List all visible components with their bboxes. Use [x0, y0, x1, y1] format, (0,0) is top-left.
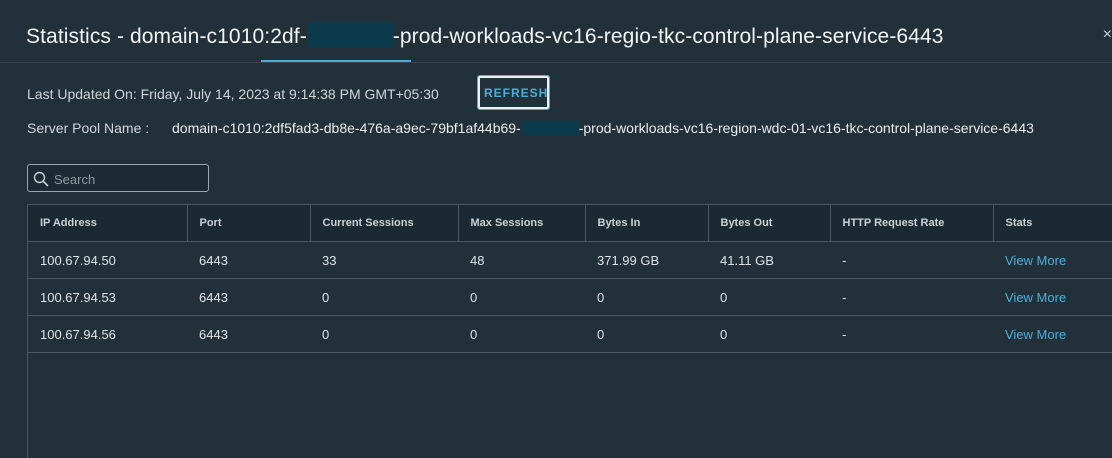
search-input[interactable] [52, 168, 206, 190]
cell-port: 6443 [187, 241, 310, 279]
cell-bytes-in: 0 [585, 278, 708, 316]
refresh-button[interactable]: REFRESH [477, 75, 550, 110]
column-header-current-sessions[interactable]: Current Sessions [309, 205, 458, 242]
server-stats-grid: IP Address Port Current Sessions Max Ses… [27, 204, 1112, 458]
cell-max-sessions: 0 [458, 315, 585, 353]
table-row: 100.67.94.50 6443 33 48 371.99 GB 41.11 … [28, 241, 1112, 279]
redacted-block [306, 22, 393, 47]
cell-bytes-out: 0 [708, 278, 830, 316]
statistics-dialog: Statistics - domain-c1010:2df- -prod-work… [0, 0, 1112, 458]
view-more-link[interactable]: View More [993, 241, 1112, 279]
cell-current-sessions: 0 [310, 278, 458, 316]
pool-value-prefix: domain-c1010:2df5fad3-db8e-476a-a9ec-79b… [172, 120, 521, 136]
server-pool-name-value: domain-c1010:2df5fad3-db8e-476a-a9ec-79b… [172, 120, 1034, 136]
close-icon[interactable]: × [1103, 26, 1112, 44]
server-stats-table: IP Address Port Current Sessions Max Ses… [28, 205, 1112, 353]
column-header-bytes-in[interactable]: Bytes In [584, 205, 708, 242]
cell-ip-address: 100.67.94.53 [28, 278, 187, 316]
server-pool-name-row: Server Pool Name : domain-c1010:2df5fad3-… [27, 120, 1034, 136]
cell-ip-address: 100.67.94.56 [28, 315, 187, 353]
column-header-http-request-rate[interactable]: HTTP Request Rate [829, 205, 993, 242]
cell-bytes-out: 0 [708, 315, 830, 353]
cell-bytes-in: 0 [585, 315, 708, 353]
table-row: 100.67.94.53 6443 0 0 0 0 - View More [28, 278, 1112, 316]
cell-current-sessions: 0 [310, 315, 458, 353]
last-updated-text: Last Updated On: Friday, July 14, 2023 a… [27, 86, 439, 102]
redacted-block [520, 121, 579, 135]
header-divider [0, 62, 1112, 63]
cell-bytes-in: 371.99 GB [585, 241, 708, 279]
search-icon [33, 171, 49, 187]
cell-max-sessions: 48 [458, 241, 585, 279]
column-header-bytes-out[interactable]: Bytes Out [707, 205, 830, 242]
cell-port: 6443 [187, 315, 310, 353]
cell-http-request-rate: - [830, 278, 993, 316]
cell-bytes-out: 41.11 GB [708, 241, 830, 279]
search-box[interactable] [27, 164, 209, 192]
column-header-stats[interactable]: Stats [992, 205, 1112, 242]
column-header-ip-address[interactable]: IP Address [28, 205, 187, 242]
cell-ip-address: 100.67.94.50 [28, 241, 187, 279]
cell-current-sessions: 33 [310, 241, 458, 279]
cell-http-request-rate: - [830, 241, 993, 279]
column-header-port[interactable]: Port [186, 205, 310, 242]
dialog-title-suffix: -prod-workloads-vc16-regio-tkc-control-p… [392, 25, 944, 48]
cell-http-request-rate: - [830, 315, 993, 353]
dialog-title-prefix: Statistics - domain-c1010:2df- [26, 25, 307, 48]
cell-max-sessions: 0 [458, 278, 585, 316]
view-more-link[interactable]: View More [993, 315, 1112, 353]
server-pool-name-label: Server Pool Name : [27, 120, 150, 136]
table-header-row: IP Address Port Current Sessions Max Ses… [28, 205, 1112, 242]
table-row: 100.67.94.56 6443 0 0 0 0 - View More [28, 315, 1112, 353]
dialog-title: Statistics - domain-c1010:2df- -prod-work… [26, 22, 944, 52]
pool-value-suffix: -prod-workloads-vc16-region-wdc-01-vc16-… [578, 120, 1034, 136]
column-header-max-sessions[interactable]: Max Sessions [457, 205, 585, 242]
cell-port: 6443 [187, 278, 310, 316]
view-more-link[interactable]: View More [993, 278, 1112, 316]
